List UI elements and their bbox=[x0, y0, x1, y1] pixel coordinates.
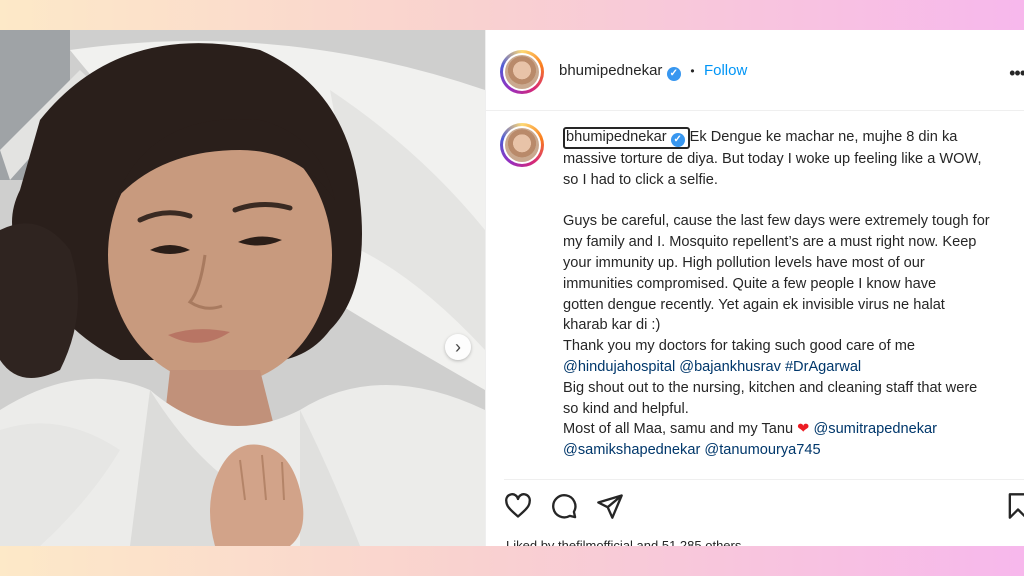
likes-text[interactable]: Liked by thefilmofficial and 51,285 othe… bbox=[506, 538, 741, 546]
caption-avatar[interactable] bbox=[500, 123, 544, 167]
caption-line: gotten dengue recently. Yet again ek inv… bbox=[563, 296, 945, 313]
post-caption: bhumipednekar ✓ Ek Dengue ke machar ne, m… bbox=[563, 127, 1024, 461]
avatar[interactable] bbox=[500, 50, 544, 94]
next-image-button[interactable]: › bbox=[445, 334, 471, 360]
verified-badge-icon: ✓ bbox=[666, 67, 681, 81]
post-side-panel: bhumipednekar ✓ • Follow ••• bhumipednek… bbox=[485, 30, 1024, 546]
caption-line: my family and I. Mosquito repellent’s ar… bbox=[563, 234, 977, 251]
selfie-illustration bbox=[0, 30, 485, 546]
caption-line: massive torture de diya. But today I wok… bbox=[563, 151, 982, 167]
caption-line: @hindujahospital @bajankhusrav #DrAgarwa… bbox=[563, 357, 1024, 378]
hashtag-link[interactable]: #DrAgarwal bbox=[785, 359, 861, 375]
follow-button[interactable]: Follow bbox=[704, 62, 747, 79]
caption-line: so I had to click a selfie. bbox=[563, 171, 718, 188]
mention-link[interactable]: @bajankhusrav bbox=[679, 359, 781, 375]
username-link[interactable]: bhumipednekar bbox=[559, 62, 662, 79]
mention-link[interactable]: @samikshapednekar bbox=[563, 442, 700, 458]
caption-line: kharab kar di :) bbox=[563, 317, 661, 334]
post-actions bbox=[504, 479, 1024, 540]
share-icon[interactable] bbox=[596, 492, 624, 520]
mention-link[interactable]: @hindujahospital bbox=[563, 359, 675, 375]
heart-emoji: ❤ bbox=[797, 421, 810, 438]
post-photo[interactable]: › bbox=[0, 30, 485, 546]
caption-avatar-image bbox=[505, 128, 539, 162]
comment-icon[interactable] bbox=[550, 492, 578, 520]
caption-line: so kind and helpful. bbox=[563, 400, 689, 417]
caption-username[interactable]: bhumipednekar ✓ bbox=[563, 127, 690, 149]
heart-icon[interactable] bbox=[504, 492, 532, 520]
instagram-post: › bhumipednekar ✓ • Follow ••• bhumipedn… bbox=[0, 30, 1024, 546]
post-header: bhumipednekar ✓ • Follow ••• bbox=[486, 30, 1024, 111]
likes-summary: Liked by thefilmofficial and 51,285 othe… bbox=[506, 538, 741, 546]
more-icon[interactable]: ••• bbox=[1009, 63, 1024, 84]
caption-line: immunities compromised. Quite a few peop… bbox=[563, 275, 937, 292]
header-user-line: bhumipednekar ✓ • Follow bbox=[559, 62, 747, 81]
verified-badge-icon: ✓ bbox=[670, 133, 685, 147]
caption-line: your immunity up. High pollution levels … bbox=[563, 254, 925, 271]
caption-line: Thank you my doctors for taking such goo… bbox=[563, 338, 916, 355]
caption-line: Most of all Maa, samu and my Tanu ❤ @sum… bbox=[563, 419, 1024, 440]
caption-line: bhumipednekar ✓ Ek Dengue ke machar ne, m… bbox=[563, 127, 1024, 149]
caption-text: Most of all Maa, samu and my Tanu bbox=[563, 421, 794, 438]
caption-line: Guys be careful, cause the last few days… bbox=[563, 213, 990, 230]
mention-link[interactable]: @sumitrapednekar bbox=[813, 421, 937, 437]
separator-dot: • bbox=[690, 64, 695, 78]
mention-link[interactable]: @tanumourya745 bbox=[704, 442, 820, 458]
caption-line: Big shout out to the nursing, kitchen an… bbox=[563, 379, 978, 396]
caption-line: @samikshapednekar @tanumourya745 bbox=[563, 440, 1024, 461]
chevron-right-icon: › bbox=[455, 337, 461, 357]
avatar-image bbox=[505, 55, 539, 89]
caption-username-text: bhumipednekar bbox=[566, 129, 667, 145]
caption-text: Ek Dengue ke machar ne, mujhe 8 din ka bbox=[689, 129, 958, 145]
bookmark-icon[interactable] bbox=[1004, 492, 1024, 520]
